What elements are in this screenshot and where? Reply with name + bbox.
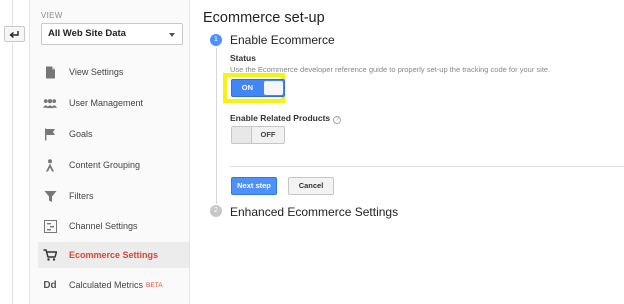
chevron-down-icon	[169, 33, 175, 37]
related-products-text: Enable Related Products	[230, 113, 331, 123]
sidebar-item-label: Content Grouping	[69, 160, 141, 170]
view-select-value: All Web Site Data	[48, 28, 126, 39]
sidebar-item-label: Filters	[69, 191, 94, 201]
rail-line	[12, 0, 13, 304]
cancel-button[interactable]: Cancel	[288, 177, 334, 195]
status-label: Status	[230, 53, 256, 63]
sidebar-item-user-management[interactable]: User Management	[38, 90, 189, 116]
related-products-toggle[interactable]: OFF	[231, 126, 285, 144]
toggle-on-label: ON	[241, 83, 253, 92]
dd-icon: Dd	[43, 279, 57, 291]
sidebar-item-label: User Management	[69, 98, 144, 108]
view-select[interactable]: All Web Site Data	[41, 23, 183, 45]
back-button[interactable]	[4, 26, 25, 42]
toggle-off-label: OFF	[260, 130, 276, 139]
ecommerce-status-toggle[interactable]: ON	[231, 79, 285, 97]
left-rail	[0, 0, 30, 304]
main-panel: Ecommerce set-up 1 Enable Ecommerce Stat…	[190, 0, 624, 304]
beta-badge: BETA	[146, 281, 163, 289]
toggle-knob	[232, 127, 252, 143]
sidebar: VIEW All Web Site Data View Settings Use…	[30, 0, 190, 304]
cart-icon	[43, 248, 57, 262]
filter-icon	[43, 189, 57, 203]
sidebar-item-filters[interactable]: Filters	[38, 183, 189, 209]
sidebar-item-channel-settings[interactable]: Channel Settings	[38, 213, 189, 239]
document-icon	[43, 65, 57, 79]
toggle-knob	[263, 81, 283, 95]
sidebar-item-label: Goals	[69, 129, 93, 139]
divider	[230, 166, 624, 167]
sidebar-item-label: View Settings	[69, 67, 124, 77]
step-1-badge: 1	[210, 34, 222, 46]
help-icon[interactable]: ?	[333, 116, 342, 124]
users-icon	[43, 96, 57, 110]
step-1-title: Enable Ecommerce	[230, 33, 335, 47]
step-connector-line	[216, 48, 217, 204]
back-arrow-icon	[9, 30, 19, 38]
sidebar-item-label: Channel Settings	[69, 221, 138, 231]
page-title: Ecommerce set-up	[203, 10, 325, 26]
next-step-button[interactable]: Next step	[231, 177, 277, 195]
sidebar-item-label: Ecommerce Settings	[69, 250, 159, 260]
sidebar-item-ecommerce-settings[interactable]: Ecommerce Settings	[38, 242, 189, 268]
person-icon	[43, 158, 57, 172]
step-2-badge: 2	[210, 205, 222, 217]
sidebar-item-label: Calculated Metrics	[69, 280, 144, 290]
sidebar-item-view-settings[interactable]: View Settings	[38, 59, 189, 85]
sidebar-item-calculated-metrics[interactable]: Dd Calculated Metrics BETA	[38, 272, 189, 298]
sidebar-item-goals[interactable]: Goals	[38, 121, 189, 147]
view-label: VIEW	[41, 11, 63, 20]
step-2-title: Enhanced Ecommerce Settings	[230, 205, 399, 219]
sidebar-item-content-grouping[interactable]: Content Grouping	[38, 152, 189, 178]
flag-icon	[43, 127, 57, 141]
channel-icon	[43, 219, 57, 233]
related-products-label: Enable Related Products?	[230, 113, 342, 124]
